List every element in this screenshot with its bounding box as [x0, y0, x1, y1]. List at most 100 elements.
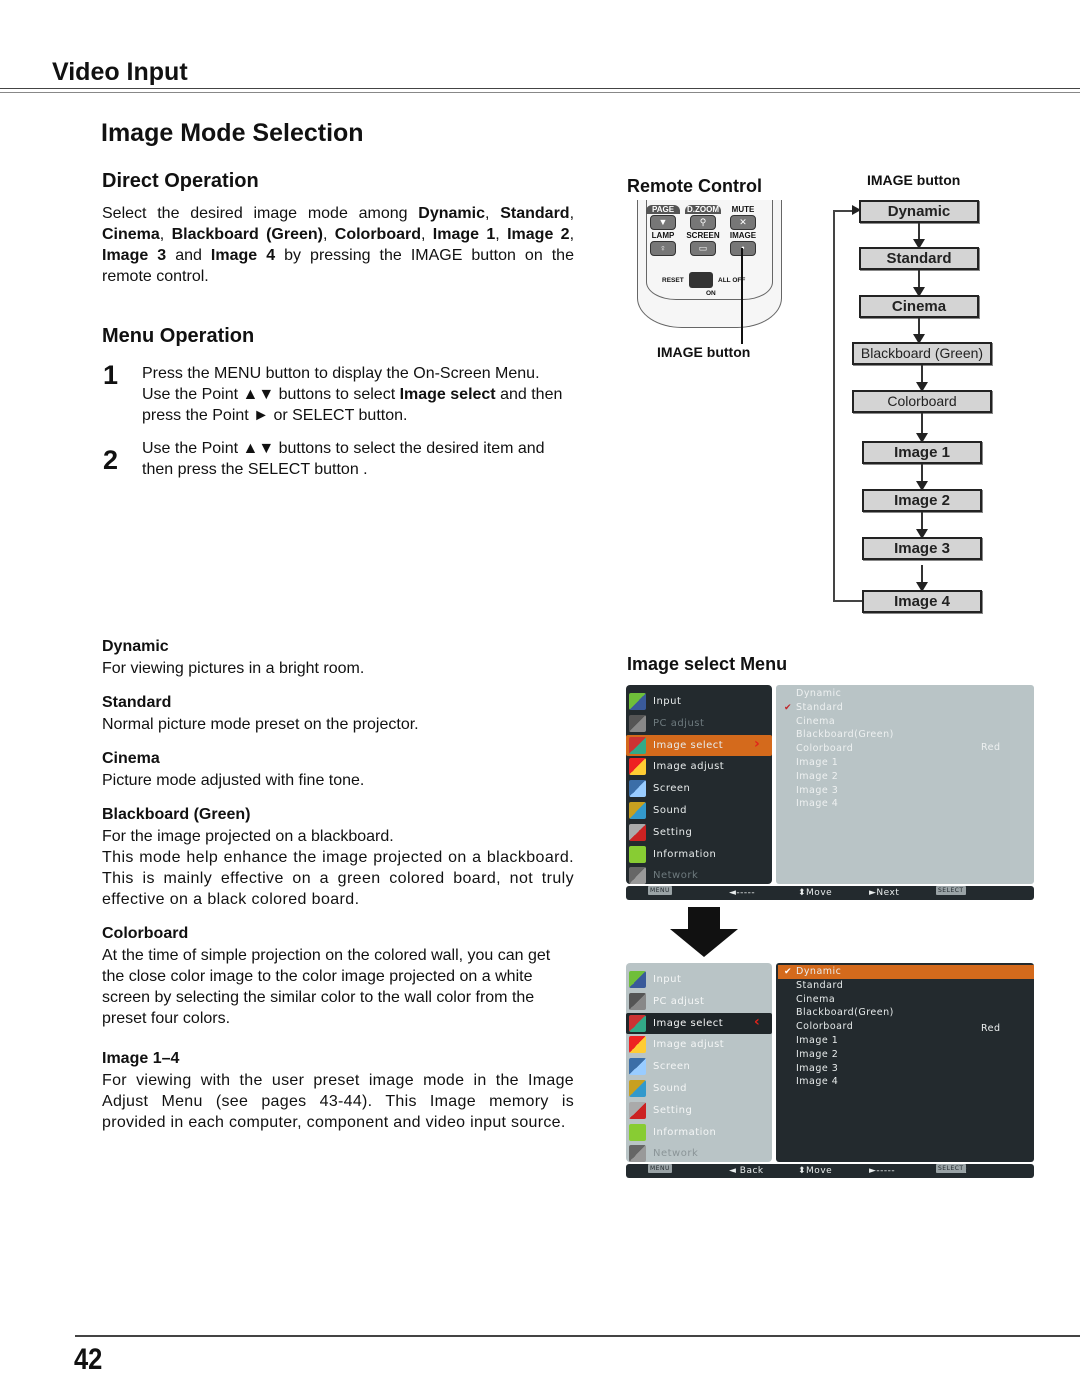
- screen-button[interactable]: ▭: [690, 241, 716, 256]
- osd-option-image-3[interactable]: Image 3: [796, 1062, 838, 1076]
- step-number: 1: [103, 360, 119, 390]
- flow-arrow: [916, 565, 928, 592]
- bold-term: Blackboard (Green): [171, 226, 323, 243]
- flow-arrow: [916, 464, 928, 491]
- bold-term: Cinema: [102, 226, 160, 243]
- step-number: 2: [103, 445, 119, 475]
- osd-menu-item-image-select[interactable]: Image select ›: [626, 734, 772, 756]
- chevron-left-icon: ‹: [754, 1013, 761, 1030]
- osd-option-label: Image 3: [796, 784, 839, 796]
- input-icon: [629, 971, 646, 988]
- osd-option-colorboard[interactable]: Colorboard: [796, 1020, 853, 1034]
- lamp-button[interactable]: ♀: [650, 241, 676, 256]
- image-adjust-icon: [629, 758, 646, 776]
- osd-option-label: Colorboard: [796, 743, 854, 755]
- osd-status-bar: MENUExit ◄----- ⬍Move ►Next SELECTNext: [626, 886, 1034, 900]
- bold-term: Image 3: [102, 247, 167, 264]
- menu-operation-heading: Menu Operation: [102, 325, 255, 347]
- osd-menu-item-sound[interactable]: Sound: [626, 1078, 772, 1099]
- osd-image-select-options: ✔ Dynamic Standard Cinema Blackboard(Green) C…: [776, 963, 1034, 1162]
- osd-menu-item-screen[interactable]: Screen: [626, 778, 772, 799]
- definition-item: Standard Normal picture mode preset on t…: [102, 694, 574, 735]
- osd-menu-item-setting[interactable]: Setting: [626, 822, 772, 843]
- osd-main-menu: Input PC adjust Image select ‹ Image adjust S…: [626, 963, 772, 1164]
- remote-label-mute: MUTE: [731, 205, 755, 214]
- osd-option-dynamic[interactable]: ✔ Dynamic: [778, 965, 1034, 979]
- osd-option-dynamic[interactable]: Dynamic: [796, 687, 841, 701]
- osd-menu-item-pc-adjust[interactable]: PC adjust: [626, 713, 772, 734]
- definition-desc: Picture mode adjusted with fine tone.: [102, 772, 365, 789]
- osd-option-label: Dynamic: [796, 966, 842, 977]
- information-icon: [629, 845, 646, 863]
- page-number: 42: [74, 1343, 103, 1376]
- definitions-list: Dynamic For viewing pictures in a bright…: [102, 638, 574, 1133]
- osd-menu-item-setting[interactable]: Setting: [626, 1100, 772, 1121]
- osd-option-label: Standard: [796, 701, 844, 713]
- osd-menu-item-network[interactable]: Network: [626, 865, 772, 886]
- text-run: Select the desired image mode among: [102, 205, 419, 222]
- flow-arrow: [916, 365, 928, 392]
- osd-option-blackboard-green-[interactable]: Blackboard(Green): [796, 728, 894, 742]
- page-down-button[interactable]: ▼: [650, 215, 676, 230]
- osd-option-image-3[interactable]: Image 3: [796, 784, 838, 798]
- network-icon: [629, 867, 646, 885]
- definition-term: Image 1–4: [102, 1050, 180, 1067]
- osd-option-standard[interactable]: Standard: [796, 979, 843, 993]
- osd-menu-item-information[interactable]: Information: [626, 844, 772, 865]
- osd-option-image-4[interactable]: Image 4: [796, 797, 838, 811]
- osd-menu-item-image-adjust[interactable]: Image adjust: [626, 756, 772, 777]
- osd-hint-label: ►-----: [869, 1166, 896, 1176]
- osd-option-blackboard-green-[interactable]: Blackboard(Green): [796, 1006, 894, 1020]
- osd-menu-label: Input: [653, 696, 682, 707]
- osd-menu-item-input[interactable]: Input: [626, 969, 772, 990]
- dzoom-button[interactable]: ⚲: [690, 215, 716, 230]
- osd-menu-item-network[interactable]: Network: [626, 1143, 772, 1164]
- direct-operation-text: Select the desired image mode among Dyna…: [102, 203, 574, 287]
- text-run: and: [166, 247, 211, 264]
- osd-option-cinema[interactable]: Cinema: [796, 715, 835, 729]
- direct-operation-heading: Direct Operation: [102, 170, 259, 192]
- footer-rule: [75, 1335, 1080, 1337]
- osd-menu-item-pc-adjust[interactable]: PC adjust: [626, 991, 772, 1012]
- osd-option-image-1[interactable]: Image 1: [796, 1034, 838, 1048]
- bold-term: Image 1: [432, 226, 496, 243]
- definition-term: Blackboard (Green): [102, 806, 251, 823]
- osd-menu-item-information[interactable]: Information: [626, 1122, 772, 1143]
- osd-option-standard[interactable]: ✔ Standard: [784, 701, 844, 715]
- page-title: Image Mode Selection: [101, 119, 364, 147]
- bold-term: Image 2: [507, 226, 570, 243]
- pc-adjust-icon: [629, 992, 646, 1010]
- osd-option-label: Colorboard: [796, 1021, 854, 1033]
- bold-term: Standard: [500, 205, 570, 222]
- osd-option-image-4[interactable]: Image 4: [796, 1075, 838, 1089]
- step-text: Use the Point ▲▼ buttons to select the d…: [142, 438, 562, 480]
- osd-option-image-2[interactable]: Image 2: [796, 1048, 838, 1062]
- osd-menu-label: Network: [653, 870, 699, 882]
- osd-option-label: Standard: [796, 979, 844, 991]
- osd-hint-label: ⬍Move: [798, 1166, 833, 1176]
- osd-hint: SELECTSelect: [936, 1164, 967, 1178]
- osd-menu-label: Network: [653, 1148, 699, 1160]
- osd-menu-item-sound[interactable]: Sound: [626, 800, 772, 821]
- mode-box-standard: Standard: [859, 247, 979, 270]
- osd-menu-item-input[interactable]: Input: [626, 691, 772, 712]
- osd-hint: ◄-----: [729, 886, 755, 900]
- osd-menu-label: Setting: [653, 1104, 693, 1116]
- mute-button[interactable]: ✕: [730, 215, 756, 230]
- definition-term: Cinema: [102, 750, 160, 767]
- definition-term: Colorboard: [102, 925, 189, 942]
- osd-option-image-2[interactable]: Image 2: [796, 770, 838, 784]
- osd-option-colorboard[interactable]: Colorboard: [796, 742, 853, 756]
- osd-menu-item-image-adjust[interactable]: Image adjust: [626, 1034, 772, 1055]
- flow-arrow: [913, 270, 925, 297]
- image-button[interactable]: •: [730, 241, 756, 256]
- osd-option-image-1[interactable]: Image 1: [796, 756, 838, 770]
- osd-option-cinema[interactable]: Cinema: [796, 993, 835, 1007]
- osd-menu-item-screen[interactable]: Screen: [626, 1056, 772, 1077]
- osd-menu-item-image-select[interactable]: Image select ‹: [626, 1012, 772, 1034]
- osd-option-label: Image 2: [796, 1048, 839, 1060]
- power-switch[interactable]: [689, 272, 713, 288]
- colorboard-value: Red: [981, 742, 1001, 754]
- osd-option-label: Dynamic: [796, 688, 842, 699]
- text-run: ,: [495, 226, 508, 243]
